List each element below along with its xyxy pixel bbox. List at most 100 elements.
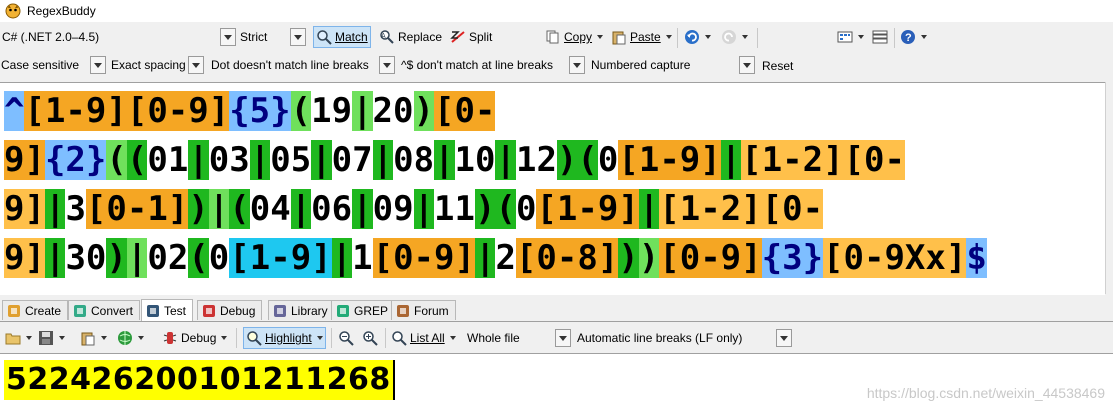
copy-button[interactable]: Copy	[543, 26, 605, 48]
regex-char-class: [0-	[761, 189, 824, 229]
grid-layout-icon	[837, 31, 853, 43]
tab-debug[interactable]: Debug	[197, 300, 263, 320]
folder-icon	[5, 333, 21, 345]
regex-group-outer: (	[106, 140, 127, 180]
open-button[interactable]	[3, 327, 34, 349]
regex-group-inner: |	[188, 140, 209, 180]
tab-forum[interactable]: Forum	[391, 300, 456, 320]
magnifier-icon	[247, 331, 262, 346]
toolbar-divider	[894, 28, 895, 48]
web-button[interactable]	[115, 327, 146, 349]
regex-group-inner: |	[720, 140, 742, 180]
chevron-down-icon[interactable]	[739, 56, 755, 74]
regex-literal: 0	[597, 140, 619, 180]
scope-select[interactable]: Whole file	[467, 328, 573, 348]
tab-label: Convert	[91, 303, 134, 318]
regex-char-class: 9]	[4, 140, 45, 180]
paste-button[interactable]: Paste	[609, 26, 674, 48]
magnifier-icon	[317, 30, 332, 45]
next-match-button[interactable]	[360, 327, 380, 349]
chevron-down-icon[interactable]	[776, 329, 792, 347]
regex-scrollbar[interactable]	[1105, 82, 1113, 294]
test-subject-editor[interactable]: 522426200101211268 https://blog.csdn.net…	[0, 353, 1113, 415]
prev-match-button[interactable]	[336, 327, 356, 349]
regex-group-inner: (	[188, 238, 209, 278]
regex-literal: 05	[270, 140, 312, 180]
regex-literal: 2	[495, 238, 516, 278]
highlight-button[interactable]: Highlight	[243, 327, 326, 349]
save-button[interactable]	[36, 327, 67, 349]
flavor-value: C# (.NET 2.0–4.5)	[2, 30, 100, 44]
tab-test[interactable]: Test	[141, 299, 194, 321]
tab-create[interactable]: Create	[2, 300, 69, 320]
list-all-button[interactable]: List All	[389, 327, 458, 349]
regex-literal: 11	[434, 189, 475, 229]
match-button[interactable]: Match	[313, 26, 371, 48]
replace-label: Replace	[398, 30, 443, 44]
capture-option[interactable]: Numbered capture	[591, 55, 757, 75]
mode-value: Strict	[240, 30, 268, 44]
tab-convert[interactable]: Convert	[68, 300, 141, 320]
chevron-down-icon[interactable]	[555, 329, 571, 347]
line-breaks-select[interactable]: Automatic line breaks (LF only)	[577, 328, 793, 348]
case-option[interactable]: Case sensitive	[1, 55, 106, 75]
title-bar: RegexBuddy	[0, 0, 1113, 22]
case-option-value: Case sensitive	[1, 58, 80, 72]
copy-icon	[546, 30, 559, 44]
globe-icon	[118, 331, 132, 345]
tab-grep[interactable]: GREP	[331, 300, 396, 320]
chevron-down-icon[interactable]	[188, 56, 204, 74]
tool-tabs: Create Convert Test Debug Library GREP Forum	[0, 299, 1113, 322]
regex-group-inner: |	[352, 189, 373, 229]
toolbar-divider	[331, 328, 332, 348]
chevron-down-icon[interactable]	[90, 56, 106, 74]
regex-char-class: 9]	[4, 238, 45, 278]
match-label: Match	[335, 30, 368, 44]
replace-button[interactable]: A Replace	[377, 26, 444, 48]
regex-literal: 12	[515, 140, 557, 180]
tab-label: GREP	[354, 303, 389, 318]
regex-editor[interactable]: ^[1-9][0-9]{5}(19|20)[0- 9]{2}((01|03|05…	[0, 82, 1105, 295]
flavor-select[interactable]: C# (.NET 2.0–4.5)	[2, 27, 236, 47]
spacing-option[interactable]: Exact spacing	[111, 55, 207, 75]
regex-literal: 0	[515, 189, 537, 229]
copy-label: Copy	[564, 30, 593, 44]
panels-button[interactable]	[870, 26, 890, 48]
dot-option[interactable]: Dot doesn't match line breaks	[211, 55, 396, 75]
chevron-down-icon[interactable]	[220, 28, 236, 46]
anchors-option[interactable]: ^$ don't match at line breaks	[401, 55, 588, 75]
regex-literal: 03	[208, 140, 250, 180]
regex-char-class: [0-9]	[126, 91, 230, 131]
regex-quantifier: {3}	[761, 238, 824, 278]
regex-group-inner: |	[44, 238, 66, 278]
help-icon: ?	[901, 30, 915, 44]
regex-anchor: $	[966, 238, 987, 278]
redo-button[interactable]	[719, 26, 750, 48]
layout-button[interactable]	[835, 26, 866, 48]
split-button[interactable]: Split	[448, 26, 494, 48]
svg-text:A: A	[381, 33, 386, 40]
regex-group-inner: (	[229, 189, 250, 229]
chevron-down-icon[interactable]	[569, 56, 585, 74]
regex-literal: 3	[65, 189, 86, 229]
anchors-option-value: ^$ don't match at line breaks	[401, 58, 554, 72]
debug-button[interactable]: Debug	[160, 327, 229, 349]
mode-select[interactable]: Strict	[240, 27, 308, 47]
regex-group-outer: |	[208, 189, 230, 229]
regex-char-class: [0-1]	[85, 189, 189, 229]
help-button[interactable]: ?	[898, 26, 929, 48]
chevron-down-icon[interactable]	[379, 56, 395, 74]
regex-group-inner: )	[475, 189, 496, 229]
undo-button[interactable]	[682, 26, 713, 48]
regex-group-inner: |	[290, 189, 312, 229]
chevron-down-icon[interactable]	[290, 28, 306, 46]
save-icon	[39, 331, 53, 345]
regex-literal: 19	[311, 91, 353, 131]
regex-code[interactable]: ^[1-9][0-9]{5}(19|20)[0- 9]{2}((01|03|05…	[4, 87, 987, 283]
watermark: https://blog.csdn.net/weixin_44538469	[866, 385, 1105, 401]
tab-library[interactable]: Library	[268, 300, 335, 320]
test-subject-match[interactable]: 522426200101211268	[4, 360, 395, 400]
reset-button[interactable]: Reset	[760, 55, 795, 77]
regex-group-outer: )	[413, 91, 434, 131]
clipboard-button[interactable]	[78, 327, 109, 349]
